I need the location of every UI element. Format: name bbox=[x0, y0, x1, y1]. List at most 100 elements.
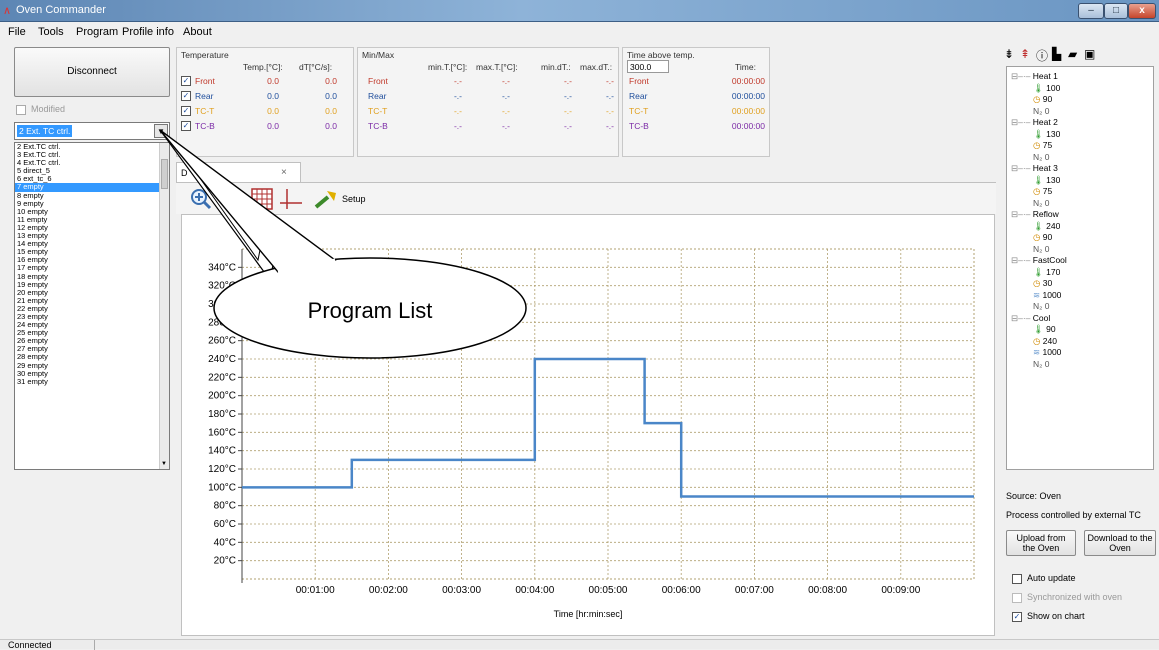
new-file-icon[interactable]: ▙ bbox=[1052, 47, 1061, 61]
tree-expander-icon[interactable]: ⊟–·– bbox=[1011, 163, 1033, 173]
x-tick-label: 00:04:00 bbox=[515, 585, 554, 596]
time-row-value: 00:00:00 bbox=[731, 76, 765, 86]
clock-icon: ◷ bbox=[1033, 335, 1043, 346]
tree-param[interactable]: ◷ 75 bbox=[1033, 140, 1052, 151]
minmax-value: -.- bbox=[605, 76, 614, 86]
tree-param[interactable]: ◷ 90 bbox=[1033, 94, 1052, 105]
temp-row-checkbox[interactable]: ✓ bbox=[181, 76, 191, 86]
thermometer-icon: 🌡 bbox=[1033, 82, 1047, 93]
program-list-item[interactable]: 31 empty bbox=[15, 377, 169, 386]
auto-update-checkbox[interactable] bbox=[1012, 574, 1022, 584]
time-row-name: Front bbox=[629, 76, 649, 86]
tree-param[interactable]: N₂ 0 bbox=[1033, 359, 1050, 369]
title-bar: ∧ Oven Commander – □ x bbox=[0, 0, 1159, 22]
program-list-callout: Program List bbox=[160, 130, 527, 359]
tree-param-value: 30 bbox=[1042, 278, 1053, 288]
scroll-down-icon[interactable]: ▼ bbox=[161, 461, 167, 467]
tree-step[interactable]: ⊟–·– Reflow bbox=[1011, 209, 1059, 220]
temp-row-dt: 0.0 bbox=[325, 91, 337, 101]
window-title: Oven Commander bbox=[16, 4, 106, 16]
clock-icon: ◷ bbox=[1033, 94, 1043, 104]
program-select[interactable]: 2 Ext. TC ctrl. ▼ bbox=[14, 122, 170, 140]
menu-program[interactable]: Program bbox=[76, 26, 118, 38]
tree-step[interactable]: ⊟–·– FastCool bbox=[1011, 255, 1067, 266]
source-label: Source: Oven bbox=[1006, 491, 1062, 501]
show-on-chart-label: Show on chart bbox=[1027, 611, 1085, 621]
program-list[interactable]: 2 Ext.TC ctrl. 3 Ext.TC ctrl. 4 Ext.TC ctr… bbox=[14, 142, 170, 470]
collapse-icon[interactable]: ⇟ bbox=[1004, 47, 1014, 61]
synchronized-checkbox[interactable] bbox=[1012, 593, 1022, 603]
temp-row-checkbox[interactable]: ✓ bbox=[181, 106, 191, 116]
tree-step[interactable]: ⊟–·– Heat 2 bbox=[1011, 117, 1058, 128]
tree-param[interactable]: 🌡 100 bbox=[1033, 83, 1060, 94]
minmax-value: -.- bbox=[563, 91, 572, 101]
tree-param-value: 75 bbox=[1042, 140, 1053, 150]
tree-param[interactable]: ◷ 240 bbox=[1033, 336, 1057, 347]
tree-step-name: FastCool bbox=[1032, 255, 1067, 265]
tree-param[interactable]: ≋ 1000 bbox=[1033, 290, 1061, 301]
time-row-name: TC-T bbox=[629, 106, 649, 116]
tree-step[interactable]: ⊟–·– Cool bbox=[1011, 313, 1050, 324]
clock-icon: ◷ bbox=[1033, 232, 1043, 242]
tree-expander-icon[interactable]: ⊟–·– bbox=[1011, 209, 1033, 219]
menu-file[interactable]: File bbox=[8, 26, 26, 38]
y-tick-label: 60°C bbox=[214, 519, 236, 530]
status-bar: Connected bbox=[0, 639, 1159, 650]
tree-param-value: 75 bbox=[1042, 186, 1053, 196]
open-folder-icon[interactable]: ▰ bbox=[1068, 47, 1077, 61]
tree-param[interactable]: N₂ 0 bbox=[1033, 152, 1050, 162]
expand-icon[interactable]: ⇞ bbox=[1020, 47, 1030, 61]
tree-param[interactable]: 🌡 130 bbox=[1033, 129, 1060, 140]
tree-step-name: Heat 1 bbox=[1032, 71, 1058, 81]
temp-column-header: Temp.[°C]: bbox=[243, 62, 283, 72]
menu-tools[interactable]: Tools bbox=[38, 26, 64, 38]
minmax-value: -.- bbox=[453, 91, 462, 101]
tree-expander-icon[interactable]: ⊟–·– bbox=[1011, 255, 1033, 265]
temp-row-value: 0.0 bbox=[267, 106, 279, 116]
close-button[interactable]: x bbox=[1128, 3, 1156, 19]
temp-row-checkbox[interactable]: ✓ bbox=[181, 91, 191, 101]
tree-param[interactable]: ≋ 1000 bbox=[1033, 347, 1061, 358]
info-icon[interactable]: ⓘ bbox=[1036, 47, 1048, 64]
menu-about[interactable]: About bbox=[183, 26, 212, 38]
tree-step[interactable]: ⊟–·– Heat 3 bbox=[1011, 163, 1058, 174]
tree-expander-icon[interactable]: ⊟–·– bbox=[1011, 313, 1033, 323]
save-icon[interactable]: ▣ bbox=[1084, 47, 1095, 61]
minimize-button[interactable]: – bbox=[1078, 3, 1104, 19]
time-threshold-input[interactable] bbox=[627, 60, 669, 73]
show-on-chart-checkbox[interactable]: ✓ bbox=[1012, 612, 1022, 622]
y-tick-label: 100°C bbox=[208, 482, 236, 493]
temp-row-name: TC-T bbox=[195, 106, 215, 116]
tree-param[interactable]: ◷ 90 bbox=[1033, 232, 1052, 243]
program-tree[interactable]: ⊟–·– Heat 1 🌡 100 ◷ 90 N₂ 0 ⊟–·– Heat 2 🌡 130… bbox=[1006, 66, 1154, 470]
app-icon: ∧ bbox=[3, 5, 12, 17]
min-temp-header: min.T.[°C]: bbox=[428, 62, 468, 72]
y-tick-label: 180°C bbox=[208, 409, 236, 420]
tree-param[interactable]: 🌡 240 bbox=[1033, 221, 1060, 232]
time-above-title: Time above temp. bbox=[627, 50, 695, 60]
time-above-panel: Time above temp. Time: Front 00:00:00 Rear… bbox=[622, 47, 770, 157]
tree-param[interactable]: ◷ 30 bbox=[1033, 278, 1052, 289]
tree-param[interactable]: N₂ 0 bbox=[1033, 244, 1050, 254]
modified-checkbox[interactable] bbox=[16, 105, 26, 115]
tree-param[interactable]: N₂ 0 bbox=[1033, 198, 1050, 208]
tree-param[interactable]: N₂ 0 bbox=[1033, 301, 1050, 311]
upload-button[interactable]: Upload from the Oven bbox=[1006, 530, 1076, 556]
minmax-value: -.- bbox=[605, 121, 614, 131]
tree-param[interactable]: 🌡 130 bbox=[1033, 175, 1060, 186]
tree-param[interactable]: N₂ 0 bbox=[1033, 106, 1050, 116]
menu-profile-info[interactable]: Profile info bbox=[122, 26, 174, 38]
minmax-row-name: Front bbox=[368, 76, 388, 86]
tree-param[interactable]: 🌡 90 bbox=[1033, 324, 1056, 335]
tree-step-name: Heat 3 bbox=[1032, 163, 1058, 173]
tree-expander-icon[interactable]: ⊟–·– bbox=[1011, 71, 1033, 81]
disconnect-button[interactable]: Disconnect bbox=[14, 47, 170, 97]
tree-param-value: N₂ 0 bbox=[1033, 301, 1050, 311]
tree-expander-icon[interactable]: ⊟–·– bbox=[1011, 117, 1033, 127]
tree-param[interactable]: 🌡 170 bbox=[1033, 267, 1060, 278]
tree-param[interactable]: ◷ 75 bbox=[1033, 186, 1052, 197]
tree-step[interactable]: ⊟–·– Heat 1 bbox=[1011, 71, 1058, 82]
maximize-button[interactable]: □ bbox=[1104, 3, 1128, 19]
download-button[interactable]: Download to the Oven bbox=[1084, 530, 1156, 556]
y-tick-label: 40°C bbox=[214, 537, 236, 548]
